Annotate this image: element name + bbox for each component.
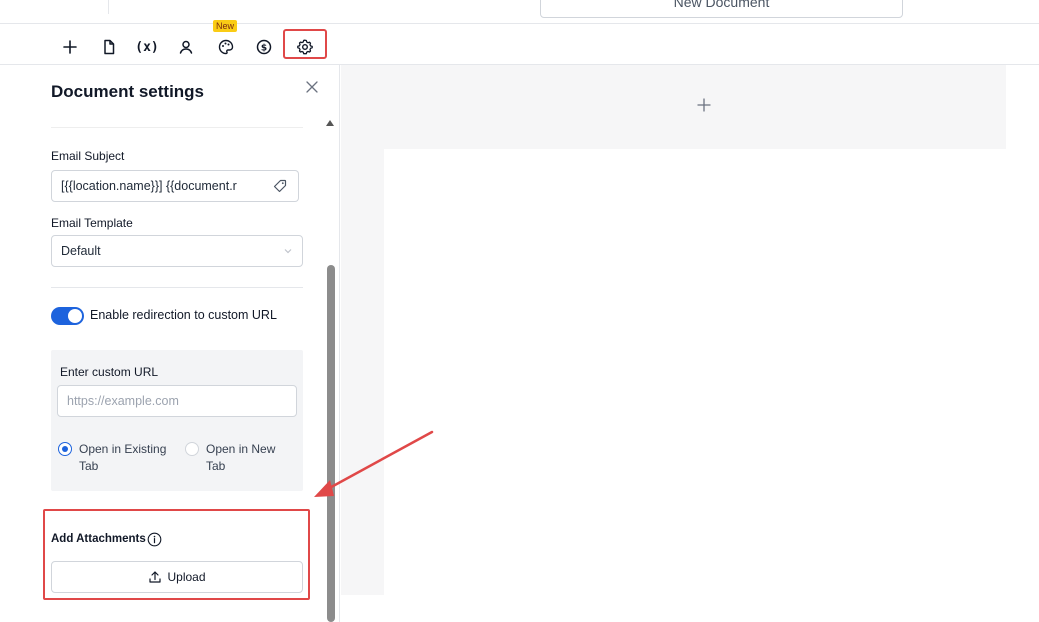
custom-url-section: Enter custom URL https://example.com Ope… — [51, 350, 303, 491]
open-existing-tab-label[interactable]: Open in Existing Tab — [79, 441, 169, 475]
open-existing-tab-radio[interactable] — [58, 442, 72, 456]
open-new-tab-radio[interactable] — [185, 442, 199, 456]
pages-button[interactable] — [95, 33, 123, 61]
redirect-toggle[interactable] — [51, 307, 84, 325]
editor-canvas — [341, 65, 1006, 595]
open-new-tab-line1: Open in New — [206, 442, 276, 456]
settings-highlight-box — [283, 29, 327, 59]
add-page-icon[interactable] — [696, 97, 712, 113]
email-template-select[interactable]: Default — [51, 235, 303, 267]
panel-scrollbar-thumb[interactable] — [327, 265, 335, 622]
document-settings-panel: Document settings Email Subject [{{locat… — [0, 65, 340, 622]
document-page[interactable] — [384, 149, 1006, 595]
attachments-highlight-box — [43, 509, 310, 600]
custom-url-label: Enter custom URL — [60, 365, 159, 379]
recipients-button[interactable] — [172, 33, 200, 61]
file-icon — [104, 39, 115, 55]
open-existing-tab-line2: Tab — [79, 459, 99, 473]
svg-text:$: $ — [261, 44, 267, 54]
new-badge: New — [213, 20, 238, 32]
palette-icon — [218, 39, 234, 55]
tag-icon — [273, 179, 286, 193]
open-existing-tab-line1: Open in Existing — [79, 442, 167, 456]
panel-divider — [51, 127, 303, 128]
custom-url-input[interactable]: https://example.com — [57, 385, 297, 417]
document-title-field[interactable]: New Document — [540, 0, 903, 18]
redirect-toggle-label: Enable redirection to custom URL — [90, 308, 277, 322]
top-divider — [108, 0, 109, 14]
close-icon[interactable] — [303, 78, 321, 96]
editor-toolbar: (x) $ — [0, 25, 1039, 65]
variables-button[interactable]: (x) — [133, 33, 161, 61]
insert-variable-button[interactable] — [261, 170, 299, 202]
top-bar: New Document — [0, 0, 1039, 24]
chevron-down-icon — [284, 249, 292, 254]
variable-icon: (x) — [135, 39, 159, 55]
email-subject-label: Email Subject — [51, 149, 125, 163]
open-new-tab-line2: Tab — [206, 459, 226, 473]
email-template-label: Email Template — [51, 216, 133, 230]
add-element-button[interactable] — [56, 33, 84, 61]
dollar-circle-icon: $ — [256, 39, 272, 55]
scroll-up-arrow[interactable] — [326, 120, 334, 126]
panel-title: Document settings — [51, 82, 205, 101]
section-divider — [51, 287, 303, 288]
open-new-tab-label[interactable]: Open in New Tab — [206, 441, 296, 475]
email-subject-input[interactable]: [{{location.name}}] {{document.r — [51, 170, 262, 202]
pricing-button[interactable]: $ — [250, 33, 278, 61]
plus-icon — [63, 40, 77, 54]
theme-button[interactable] — [212, 33, 240, 61]
user-icon — [179, 40, 193, 54]
